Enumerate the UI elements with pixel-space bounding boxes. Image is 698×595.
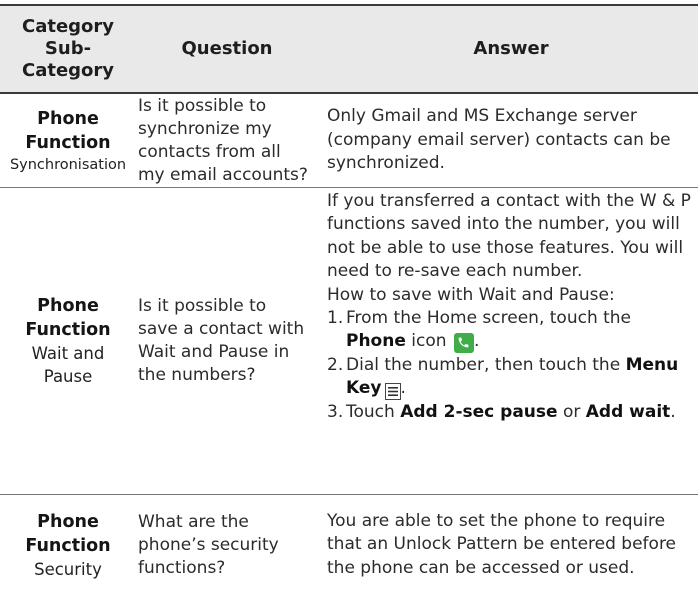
step-text-pre: Touch [346, 401, 401, 422]
phone-icon [453, 332, 474, 353]
step-text-end: . [670, 401, 676, 422]
row-question: Is it possible to save a contact with Wa… [138, 296, 305, 385]
row-answer: You are able to set the phone to require… [327, 510, 677, 578]
step-text-mid: or [557, 401, 586, 422]
row-answer-cell: You are able to set the phone to require… [327, 495, 695, 595]
step-text-end: . [400, 378, 406, 399]
step-text-pre: Dial the number, then touch the [346, 354, 626, 375]
step-text: From the Home screen, touch the Phone ic… [346, 307, 695, 354]
step-text-pre: From the Home screen, touch the [346, 308, 632, 329]
row-category-cell: Phone Function Synchronisation [3, 94, 133, 187]
row-question-cell: Is it possible to save a contact with Wa… [138, 188, 316, 494]
row-category-cell: Phone Function Wait and Pause [3, 188, 133, 494]
row-answer-cell: Only Gmail and MS Exchange server (compa… [327, 94, 695, 187]
row-question-cell: Is it possible to synchronize my contact… [138, 94, 316, 187]
step-text-bold: Phone [346, 331, 406, 352]
header-category-label: Category [21, 16, 115, 37]
answer-step: 3. Touch Add 2-sec pause or Add wait. [327, 401, 695, 424]
answer-howto: How to save with Wait and Pause: [327, 284, 615, 305]
row-question: What are the phone’s security functions? [138, 511, 279, 578]
header-question-label: Question [181, 38, 273, 59]
row-question: Is it possible to synchronize my contact… [138, 95, 308, 185]
row-category: Phone Function [25, 296, 111, 340]
row-subcategory: Wait and Pause [31, 344, 105, 386]
header-answer: Answer [327, 6, 695, 92]
answer-step: 1. From the Home screen, touch the Phone… [327, 307, 695, 354]
step-text: Touch Add 2-sec pause or Add wait. [346, 401, 695, 424]
row-category-cell: Phone Function Security [3, 495, 133, 595]
header-category: Category Sub- Category [3, 6, 133, 92]
row-category: Phone Function [25, 511, 111, 556]
step-number: 2. [327, 354, 344, 375]
step-text-post: icon [405, 331, 447, 352]
header-answer-label: Answer [473, 38, 549, 59]
table-row: Phone Function Synchronisation Is it pos… [0, 94, 698, 187]
table-row: Phone Function Security What are the pho… [0, 495, 698, 595]
row-subcategory: Synchronisation [9, 156, 127, 173]
menu-key-icon [384, 383, 401, 401]
header-subcategory-label: Sub- Category [21, 38, 115, 81]
row-answer: Only Gmail and MS Exchange server (compa… [327, 106, 671, 174]
row-category: Phone Function [25, 108, 111, 153]
answer-intro: If you transferred a contact with the W … [327, 191, 691, 282]
step-number: 3. [327, 401, 344, 422]
step-text: Dial the number, then touch the Menu Key… [346, 354, 695, 401]
step-text-bold-2: Add wait [585, 401, 671, 422]
row-subcategory: Security [34, 559, 102, 579]
step-number: 1. [327, 308, 344, 329]
table-header-row: Category Sub- Category Question Answer [0, 6, 698, 92]
answer-step: 2. Dial the number, then touch the Menu … [327, 354, 695, 401]
row-question-cell: What are the phone’s security functions? [138, 495, 316, 595]
step-text-bold: Add 2-sec pause [400, 401, 558, 422]
table-row: Phone Function Wait and Pause Is it poss… [0, 188, 698, 494]
header-question: Question [138, 6, 316, 92]
row-answer-cell: If you transferred a contact with the W … [327, 188, 695, 496]
step-text-end: . [473, 331, 480, 352]
